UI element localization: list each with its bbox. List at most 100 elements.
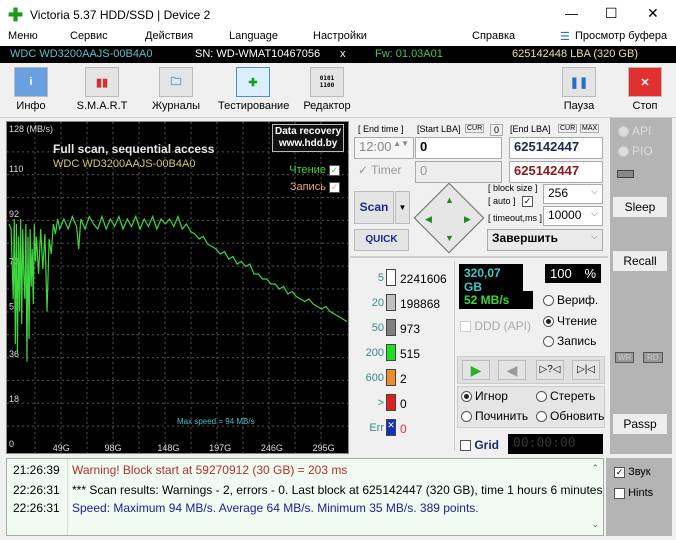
pause-button[interactable]: ❚❚ Пауза [544, 67, 614, 112]
percent-value: 100 [550, 266, 572, 281]
sound-box[interactable]: ✓ [614, 466, 625, 478]
action-refresh-radio[interactable]: Обновить [536, 409, 604, 423]
speed-display: 52 MB/s [459, 291, 533, 309]
x-tick-label: 295G [313, 443, 335, 453]
block-stat-row: 200 515 [350, 344, 450, 362]
arrow-down-icon[interactable]: ▼ [445, 233, 454, 243]
action-erase-label: Стереть [550, 389, 596, 403]
timer-checkbox[interactable]: ✓ Timer [358, 163, 401, 177]
arrow-left-icon[interactable]: ◀ [425, 214, 432, 225]
editor-button[interactable]: 0101 1100 Редактор [292, 67, 362, 112]
close-button[interactable]: ✕ [647, 5, 659, 22]
action-erase-radio[interactable]: Стереть [536, 389, 595, 403]
block-size-select[interactable]: 256 ⌵ [543, 184, 603, 204]
block-threshold: 200 [365, 347, 384, 359]
menu-item[interactable]: Действия [145, 30, 193, 42]
sound-checkbox[interactable]: ✓ Звук [614, 466, 651, 478]
quick-button[interactable]: QUICK [354, 229, 409, 251]
sleep-button[interactable]: Sleep [613, 197, 667, 217]
buffer-view-button[interactable]: Просмотр буфера [575, 30, 667, 42]
radio-icon [536, 391, 547, 403]
spinner-icon[interactable]: ▲▼ [393, 139, 409, 148]
end-time-label: [ End time ] [358, 124, 404, 134]
sound-label: Звук [628, 466, 651, 478]
data-recovery-badge: Data recovery www.hdd.by [272, 124, 345, 152]
ddd-checkbox[interactable]: DDD (API) [460, 319, 531, 333]
end-lba-current: 625142447 [509, 161, 603, 183]
smart-button[interactable]: ▮▮ S.M.A.R.T [67, 67, 137, 112]
end-lba-input[interactable]: 625142447 [509, 137, 603, 159]
scroll-down-icon[interactable]: ⌄ [591, 519, 599, 530]
timeout-value: 10000 [548, 208, 582, 222]
block-stat-row: 600 2 [350, 369, 450, 387]
grid-label: Grid [474, 438, 500, 452]
menu-item[interactable]: Меню [8, 30, 38, 42]
mode-verify-radio[interactable]: Вериф. [543, 293, 598, 307]
finish-action-select[interactable]: Завершить ⌵ [487, 229, 603, 251]
end-max-button[interactable]: MAX [580, 124, 600, 133]
info-button[interactable]: i Инфо [0, 67, 66, 112]
legend-write-checkbox[interactable]: ✓ [329, 181, 340, 193]
block-size-value: 256 [548, 186, 569, 200]
grid-box[interactable] [460, 440, 471, 452]
app-logo-icon: ✚ [8, 5, 24, 25]
action-ignore-radio[interactable]: Игнор [461, 389, 508, 403]
log-panel: 21:26:39 Warning! Block start at 5927091… [6, 458, 609, 536]
pio-radio[interactable]: PIO [618, 144, 653, 158]
y-axis-label: 128 (MB/s) [9, 124, 54, 134]
x-tick-label: 197G [209, 443, 231, 453]
butterfly-icon[interactable]: ▷|◁ [572, 360, 600, 380]
auto-checkbox[interactable]: ✓ [522, 196, 533, 207]
start-zero-button[interactable]: 0 [490, 124, 504, 136]
scan-dropdown-icon[interactable]: ▼ [395, 191, 410, 224]
arrow-right-icon[interactable]: ▶ [464, 214, 471, 225]
log-time: 22:26:31 [13, 483, 60, 497]
block-count: 2241606 [400, 272, 447, 286]
scan-button[interactable]: Scan [354, 191, 394, 224]
ddd-box[interactable] [460, 321, 471, 333]
badge-line: Data recovery [275, 126, 342, 137]
end-time-input[interactable]: 12:00 ▲▼ [354, 137, 414, 159]
testing-button[interactable]: ✚ Тестирование [218, 67, 289, 112]
timeout-select[interactable]: 10000 ⌵ [543, 206, 603, 226]
mode-read-radio[interactable]: Чтение [543, 314, 597, 328]
menu-item[interactable]: Сервис [70, 30, 108, 42]
hints-checkbox[interactable]: Hints [614, 487, 653, 499]
hints-box[interactable] [614, 487, 625, 499]
start-lba-input[interactable]: 0 [415, 137, 502, 159]
badge-line: www.hdd.by [278, 138, 338, 149]
device-capacity: 625142448 LBA (320 GB) [512, 48, 638, 60]
mode-write-radio[interactable]: Запись [543, 334, 596, 348]
menu-item[interactable]: Справка [472, 30, 515, 42]
recall-button[interactable]: Recall [613, 251, 667, 271]
action-repair-label: Починить [475, 409, 529, 423]
legend-read[interactable]: Чтение ✓ [289, 164, 340, 176]
passp-button[interactable]: Passp [613, 414, 667, 434]
chart-title: Full scan, sequential access [53, 142, 215, 156]
arrow-up-icon[interactable]: ▲ [445, 195, 454, 205]
random-seek-icon[interactable]: ▷?◁ [536, 360, 564, 380]
device-model: WDC WD3200AAJS-00B4A0 [10, 48, 153, 60]
play-icon[interactable]: ▶ [462, 360, 490, 380]
menu-item[interactable]: Настройки [313, 30, 367, 42]
logs-button[interactable]: 🗀 Журналы [141, 67, 211, 112]
legend-read-checkbox[interactable]: ✓ [329, 164, 340, 176]
scroll-up-icon[interactable]: ⌃ [591, 463, 599, 474]
log-message: *** Scan results: Warnings - 2, errors -… [72, 483, 610, 497]
grid-checkbox[interactable]: Grid [460, 438, 499, 452]
minimize-button[interactable]: — [565, 6, 578, 21]
stop-button[interactable]: ✕ Стоп [610, 67, 676, 112]
legend-write[interactable]: Запись ✓ [290, 181, 340, 193]
action-repair-radio[interactable]: Починить [461, 409, 528, 423]
maximize-button[interactable]: ☐ [605, 5, 618, 22]
pause-icon: ❚❚ [562, 67, 596, 97]
block-color-swatch [386, 269, 396, 286]
start-cur-button[interactable]: CUR [465, 124, 485, 133]
reverse-icon[interactable]: ◀ [498, 360, 526, 380]
device-close[interactable]: x [340, 48, 346, 60]
api-radio[interactable]: API [618, 124, 651, 138]
end-cur-button[interactable]: CUR [558, 124, 578, 133]
status-indicator [617, 170, 634, 178]
menu-item[interactable]: Language [229, 30, 278, 42]
radio-icon [618, 146, 629, 158]
